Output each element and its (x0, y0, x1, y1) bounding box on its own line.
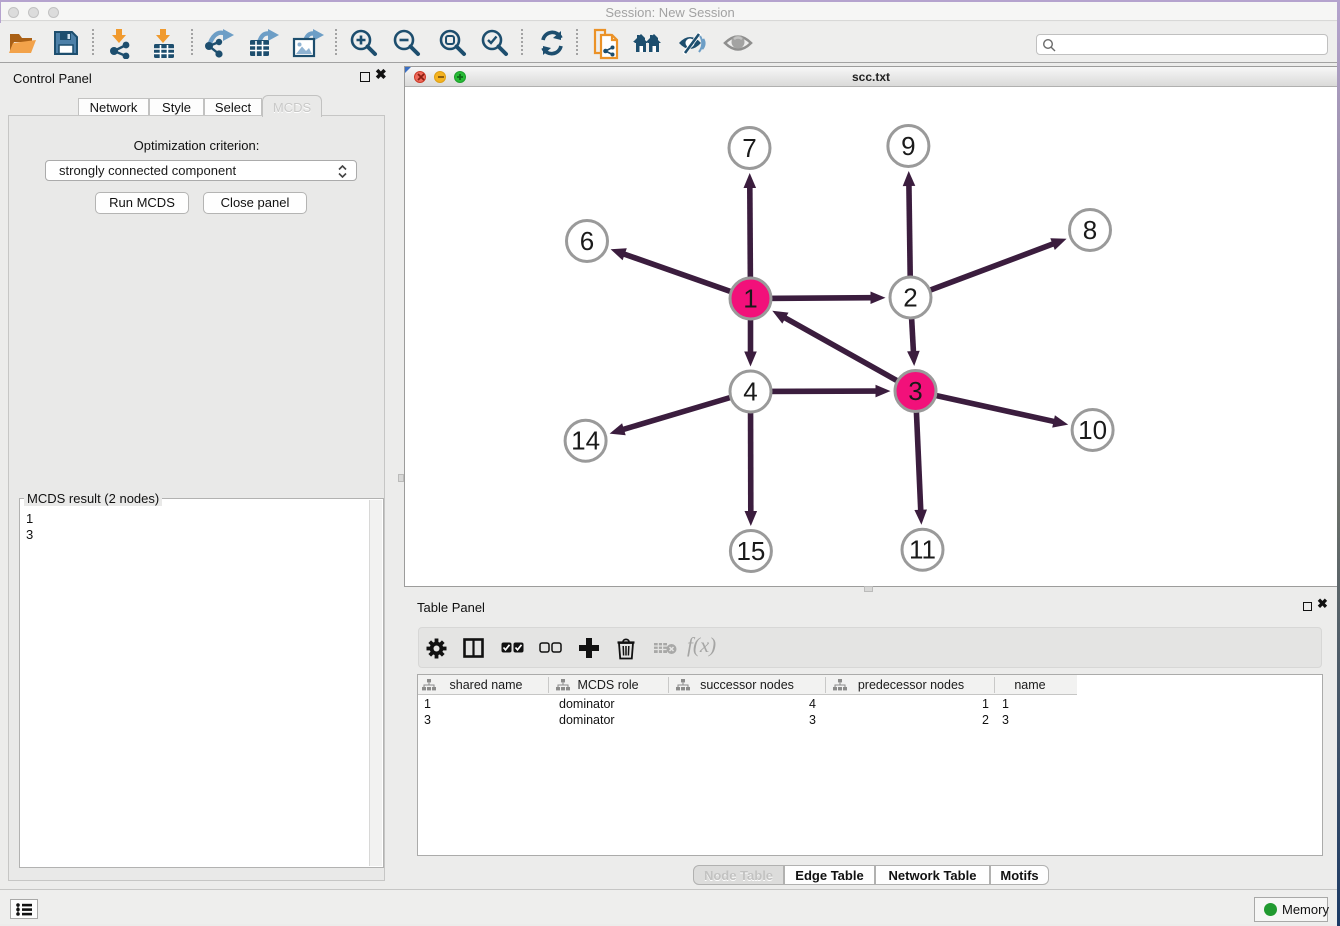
svg-text:7: 7 (742, 133, 756, 163)
svg-text:9: 9 (901, 131, 915, 161)
svg-text:10: 10 (1078, 415, 1107, 445)
svg-text:8: 8 (1083, 215, 1097, 245)
svg-text:4: 4 (743, 377, 757, 407)
svg-text:14: 14 (571, 426, 600, 456)
svg-text:15: 15 (736, 536, 765, 566)
svg-text:1: 1 (743, 284, 757, 314)
svg-text:3: 3 (908, 376, 922, 406)
svg-text:6: 6 (580, 226, 594, 256)
svg-text:2: 2 (903, 283, 917, 313)
svg-text:11: 11 (909, 535, 936, 565)
